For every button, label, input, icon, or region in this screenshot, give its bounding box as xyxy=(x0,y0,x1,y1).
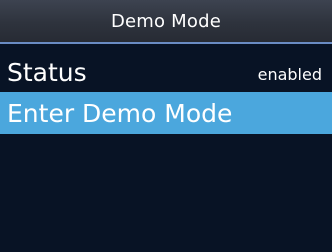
menu-item-enter-demo-mode[interactable]: Enter Demo Mode xyxy=(0,92,332,134)
menu-item-status[interactable]: Status enabled xyxy=(0,51,332,93)
page-title: Demo Mode xyxy=(110,10,222,32)
title-divider xyxy=(0,42,332,44)
menu-item-label: Enter Demo Mode xyxy=(7,98,233,128)
status-value: enabled xyxy=(257,65,322,84)
device-screen: Demo Mode Status enabled Enter Demo Mode xyxy=(0,0,332,252)
menu-item-label: Status xyxy=(7,57,87,87)
title-bar: Demo Mode xyxy=(0,0,332,42)
